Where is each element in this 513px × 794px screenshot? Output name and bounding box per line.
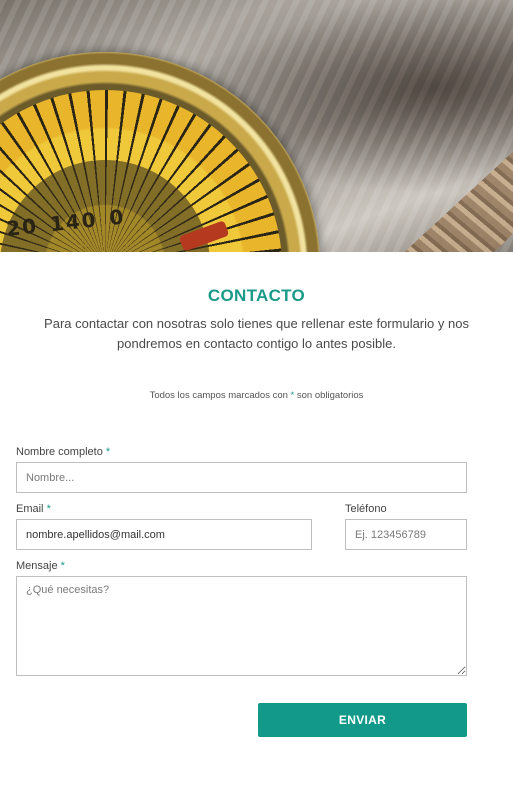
submit-row: ENVIAR <box>16 703 467 737</box>
name-label: Nombre completo * <box>16 446 497 458</box>
required-note-prefix: Todos los campos marcados con <box>149 390 291 401</box>
required-note-suffix: son obligatorios <box>294 390 364 401</box>
message-group: Mensaje * <box>16 560 497 681</box>
name-group: Nombre completo * <box>16 446 497 493</box>
hero-image: 20 140 0 <box>0 0 513 252</box>
required-asterisk: * <box>105 446 111 458</box>
email-group: Email * <box>16 503 312 550</box>
email-label-text: Email <box>16 503 44 515</box>
required-asterisk: * <box>46 503 51 515</box>
required-asterisk: * <box>60 560 65 572</box>
contact-section: CONTACTO Para contactar con nosotras sol… <box>0 286 513 737</box>
intro-text: Para contactar con nosotras solo tienes … <box>44 316 469 351</box>
dial-number: 140 <box>48 207 99 237</box>
phone-input[interactable] <box>345 519 467 550</box>
phone-label: Teléfono <box>345 503 467 515</box>
phone-group: Teléfono <box>345 503 467 550</box>
submit-button[interactable]: ENVIAR <box>258 703 467 737</box>
email-phone-row: Email * Teléfono <box>16 503 497 550</box>
message-label-text: Mensaje <box>16 560 58 572</box>
required-fields-note: Todos los campos marcados con * son obli… <box>16 390 497 401</box>
email-input[interactable] <box>16 519 312 550</box>
name-label-text: Nombre completo <box>16 446 103 458</box>
page-title: CONTACTO <box>207 286 306 305</box>
phone-label-text: Teléfono <box>345 503 387 515</box>
message-label: Mensaje * <box>16 560 497 572</box>
email-label: Email * <box>16 503 312 515</box>
name-input[interactable] <box>16 462 467 493</box>
dial-number: 0 <box>108 204 127 230</box>
contact-form: Nombre completo * Email * Teléfono <box>16 446 497 737</box>
message-textarea[interactable] <box>16 576 467 676</box>
dial-number: 20 <box>5 213 40 241</box>
